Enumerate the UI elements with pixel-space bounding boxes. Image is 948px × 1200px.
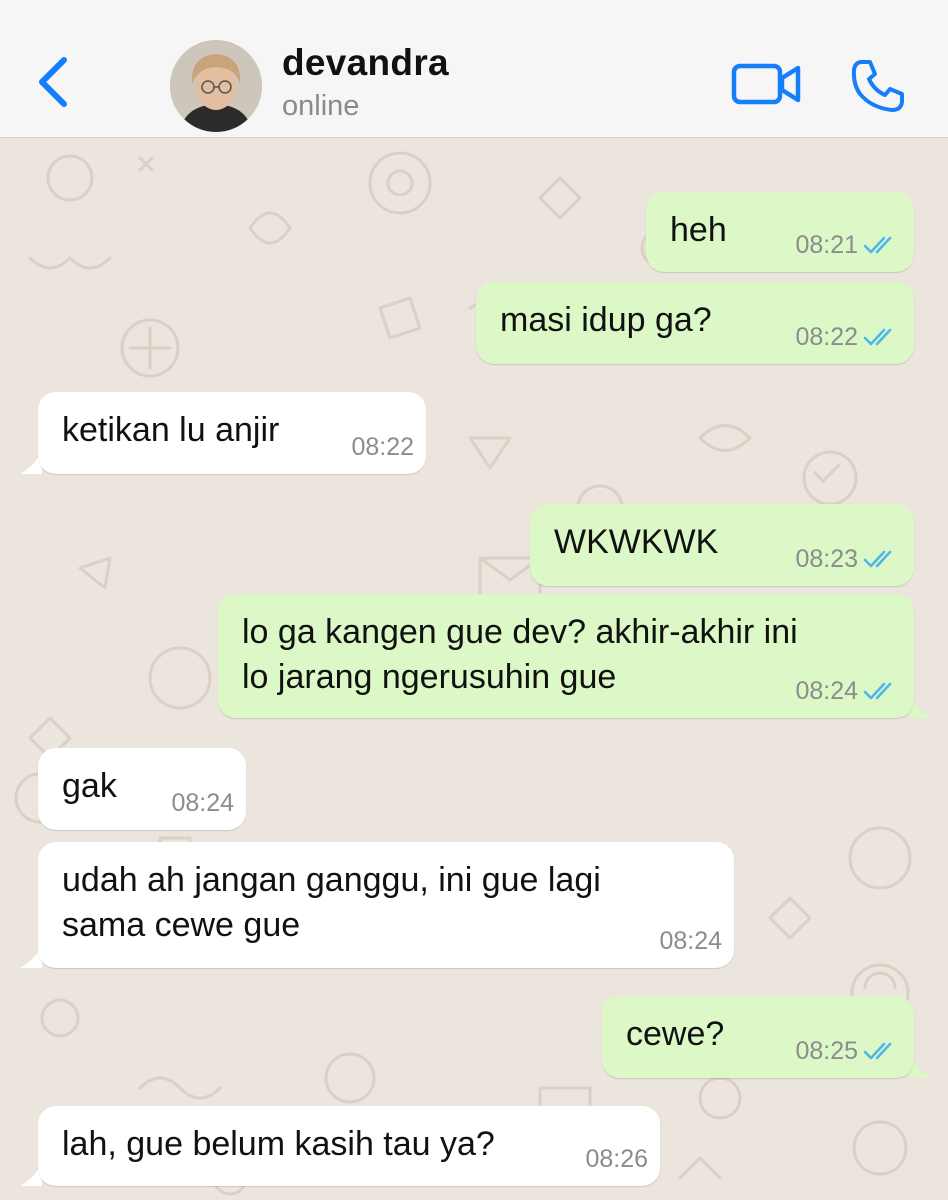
message-meta: 08:24 <box>795 676 902 706</box>
message-text: heh <box>670 211 727 249</box>
phone-icon <box>851 60 904 112</box>
message-time: 08:24 <box>659 926 722 955</box>
video-call-button[interactable] <box>730 58 804 110</box>
double-check-icon <box>863 1042 892 1060</box>
message-time: 08:26 <box>585 1144 648 1173</box>
message-time: 08:25 <box>795 1036 858 1065</box>
avatar-photo <box>170 40 262 132</box>
message-time: 08:22 <box>795 322 858 351</box>
message-text: gak <box>62 767 117 805</box>
message-bubble-incoming[interactable]: udah ah jangan ganggu, ini gue lagi sama… <box>38 842 734 968</box>
double-check-icon <box>863 236 892 254</box>
double-check-icon <box>863 550 892 568</box>
message-text: WKWKWK <box>554 523 719 561</box>
message-text: udah ah jangan ganggu, ini gue lagi <box>62 861 601 899</box>
message-time: 08:24 <box>795 676 858 705</box>
message-text-line2: sama cewe gue <box>62 906 301 944</box>
message-meta: 08:22 <box>795 322 902 352</box>
message-bubble-outgoing[interactable]: WKWKWK 08:23 <box>530 504 914 586</box>
message-time: 08:21 <box>795 230 858 259</box>
message-bubble-outgoing[interactable]: heh 08:21 <box>646 192 914 272</box>
message-text: cewe? <box>626 1015 725 1053</box>
message-meta: 08:21 <box>795 230 902 260</box>
chevron-left-icon <box>39 57 67 107</box>
message-meta: 08:23 <box>795 544 902 574</box>
message-bubble-outgoing[interactable]: cewe? 08:25 <box>602 996 914 1078</box>
message-meta: 08:22 <box>351 432 414 462</box>
message-bubble-outgoing[interactable]: masi idup ga? 08:22 <box>476 282 914 364</box>
message-text: lo ga kangen gue dev? akhir-akhir ini <box>242 613 798 651</box>
message-bubble-outgoing[interactable]: lo ga kangen gue dev? akhir-akhir ini lo… <box>218 594 914 718</box>
message-bubble-incoming[interactable]: gak 08:24 <box>38 748 246 830</box>
message-text-line2: lo jarang ngerusuhin gue <box>242 658 617 696</box>
back-button[interactable] <box>34 52 74 112</box>
message-meta: 08:24 <box>659 926 722 956</box>
message-meta: 08:25 <box>795 1036 902 1066</box>
message-meta: 08:26 <box>585 1144 648 1174</box>
double-check-icon <box>863 682 892 700</box>
message-text: masi idup ga? <box>500 301 712 339</box>
message-bubble-incoming[interactable]: ketikan lu anjir 08:22 <box>38 392 426 474</box>
message-time: 08:22 <box>351 432 414 461</box>
message-list[interactable]: heh 08:21 masi idup ga? 08:22 ketikan lu… <box>0 138 948 1200</box>
message-text: ketikan lu anjir <box>62 411 280 449</box>
message-meta: 08:24 <box>171 788 234 818</box>
voice-call-button[interactable] <box>848 56 908 116</box>
message-bubble-incoming[interactable]: lah, gue belum kasih tau ya? 08:26 <box>38 1106 660 1186</box>
message-text: lah, gue belum kasih tau ya? <box>62 1125 495 1163</box>
message-time: 08:24 <box>171 788 234 817</box>
video-camera-icon <box>731 63 801 105</box>
double-check-icon <box>863 328 892 346</box>
contact-name[interactable]: devandra <box>282 42 449 84</box>
chat-header: devandra online <box>0 0 948 138</box>
contact-status: online <box>282 90 360 122</box>
avatar[interactable] <box>170 40 262 132</box>
message-time: 08:23 <box>795 544 858 573</box>
